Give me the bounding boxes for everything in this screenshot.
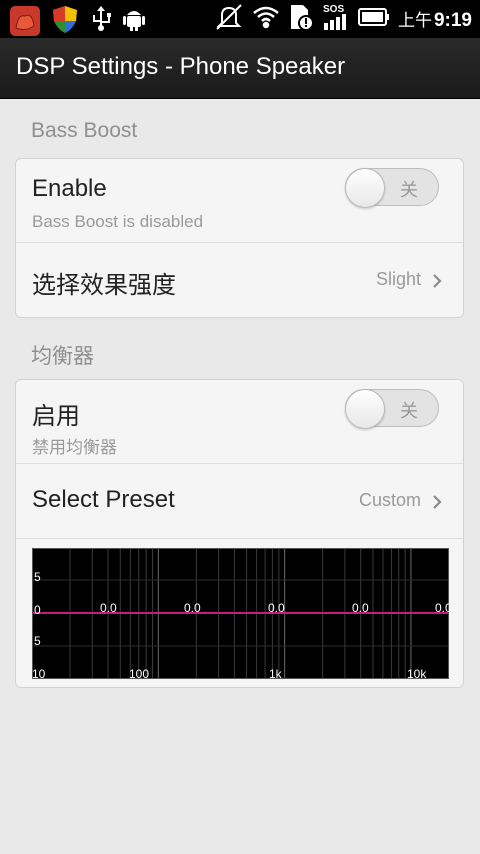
chevron-right-icon — [433, 495, 442, 509]
chevron-right-icon — [433, 274, 442, 288]
divider — [16, 538, 463, 539]
svg-text:SOS: SOS — [323, 4, 344, 15]
toggle-off-label: 关 — [400, 180, 418, 201]
band-value-label: 0.0 — [435, 601, 449, 615]
eq-enable-label: 启用 — [32, 403, 80, 430]
y-axis-label: 5 — [34, 570, 41, 584]
sim-alert-icon — [288, 3, 314, 35]
eq-enable-status: 禁用均衡器 — [32, 438, 117, 457]
bass-enable-toggle[interactable]: 关 — [345, 168, 439, 208]
x-axis-label: 10k — [407, 667, 427, 679]
bass-strength-label: 选择效果强度 — [32, 272, 176, 299]
bass-enable-row[interactable]: Enable Bass Boost is disabled 关 — [16, 159, 463, 242]
page-title: DSP Settings - Phone Speaker — [16, 53, 346, 80]
clock-ampm: 上午 — [397, 11, 432, 30]
section-header-equalizer: 均衡器 — [31, 345, 94, 368]
x-axis-label: 1k — [269, 667, 283, 679]
eq-preset-row[interactable]: Select Preset Custom — [16, 464, 463, 538]
y-axis-label: 0 — [34, 603, 41, 617]
section-header-bass-boost: Bass Boost — [31, 119, 138, 142]
wifi-icon — [252, 5, 280, 33]
band-value-label: 0.0 — [268, 601, 285, 615]
eq-enable-toggle[interactable]: 关 — [345, 389, 439, 429]
eq-enable-row[interactable]: 启用 禁用均衡器 关 — [16, 380, 463, 463]
toggle-off-label: 关 — [400, 401, 418, 422]
bass-enable-label: Enable — [32, 175, 107, 202]
band-value-label: 0.0 — [100, 601, 117, 615]
battery-icon — [357, 7, 390, 31]
equalizer-card: 启用 禁用均衡器 关 Select Preset Custom 5 0 5 10… — [15, 379, 464, 688]
sos-signal-icon: SOS — [322, 3, 350, 35]
action-bar: DSP Settings - Phone Speaker — [0, 38, 480, 99]
status-bar: SOS 上午 9:19 — [0, 0, 480, 38]
y-axis-label: 5 — [34, 634, 41, 648]
x-axis-label: 10 — [32, 667, 46, 679]
eq-preset-label: Select Preset — [32, 486, 175, 513]
sound-off-icon — [214, 3, 244, 35]
shield-app-icon — [50, 4, 80, 38]
clock-time: 9:19 — [433, 10, 472, 31]
bass-enable-status: Bass Boost is disabled — [32, 212, 204, 231]
band-value-label: 0.0 — [352, 601, 369, 615]
android-debug-icon — [122, 6, 146, 36]
toggle-knob — [345, 168, 385, 208]
bass-strength-row[interactable]: 选择效果强度 Slight — [16, 243, 463, 317]
clock: 上午 9:19 — [398, 6, 472, 32]
equalizer-graph[interactable]: 5 0 5 10 100 1k 10k 0.0 0.0 0.0 0.0 0.0 — [32, 548, 449, 679]
usb-icon — [90, 6, 112, 36]
eq-preset-value: Custom — [358, 490, 421, 510]
bass-boost-card: Enable Bass Boost is disabled 关 选择效果强度 S… — [15, 158, 464, 318]
bass-strength-value: Slight — [375, 269, 421, 289]
x-axis-label: 100 — [129, 667, 149, 679]
band-value-label: 0.0 — [184, 601, 201, 615]
app-icon — [10, 6, 40, 36]
toggle-knob — [345, 389, 385, 429]
